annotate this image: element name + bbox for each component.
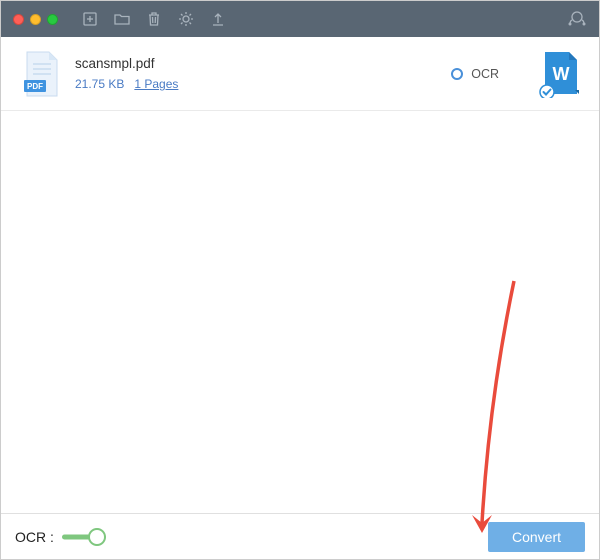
convert-button[interactable]: Convert (488, 522, 585, 552)
file-pages-link[interactable]: 1 Pages (134, 77, 178, 91)
titlebar-left (9, 5, 236, 33)
file-item-row[interactable]: PDF scansmpl.pdf 21.75 KB 1 Pages OCR W (1, 37, 599, 111)
maximize-window-button[interactable] (47, 14, 58, 25)
app-window: PDF scansmpl.pdf 21.75 KB 1 Pages OCR W (0, 0, 600, 560)
file-size: 21.75 KB (75, 77, 124, 91)
support-button[interactable] (563, 5, 591, 33)
upload-icon (209, 10, 227, 28)
file-meta: 21.75 KB 1 Pages (75, 77, 451, 91)
footer-bar: OCR : Convert (1, 513, 599, 559)
file-list-area (1, 111, 599, 513)
delete-button[interactable] (140, 5, 168, 33)
toggle-knob (88, 528, 106, 546)
arrow-annotation (454, 271, 534, 551)
ocr-toggle[interactable] (62, 529, 106, 545)
ocr-option[interactable]: OCR (451, 67, 499, 81)
svg-text:PDF: PDF (27, 82, 43, 91)
trash-icon (145, 10, 163, 28)
export-button[interactable] (204, 5, 232, 33)
svg-text:W: W (553, 64, 570, 84)
window-controls (13, 14, 58, 25)
word-file-icon: W (539, 50, 581, 98)
ocr-toggle-label: OCR : (15, 529, 54, 545)
open-folder-button[interactable] (108, 5, 136, 33)
file-info: scansmpl.pdf 21.75 KB 1 Pages (75, 56, 451, 91)
pdf-file-icon: PDF (23, 50, 61, 98)
ocr-option-label: OCR (471, 67, 499, 81)
add-file-icon (81, 10, 99, 28)
gear-icon (177, 10, 195, 28)
footer-ocr-group: OCR : (15, 529, 106, 545)
close-window-button[interactable] (13, 14, 24, 25)
file-name: scansmpl.pdf (75, 56, 451, 71)
support-icon (567, 9, 587, 29)
add-file-button[interactable] (76, 5, 104, 33)
target-format-button[interactable]: W (539, 50, 581, 98)
titlebar (1, 1, 599, 37)
settings-button[interactable] (172, 5, 200, 33)
ocr-radio-icon (451, 68, 463, 80)
minimize-window-button[interactable] (30, 14, 41, 25)
folder-icon (113, 10, 131, 28)
